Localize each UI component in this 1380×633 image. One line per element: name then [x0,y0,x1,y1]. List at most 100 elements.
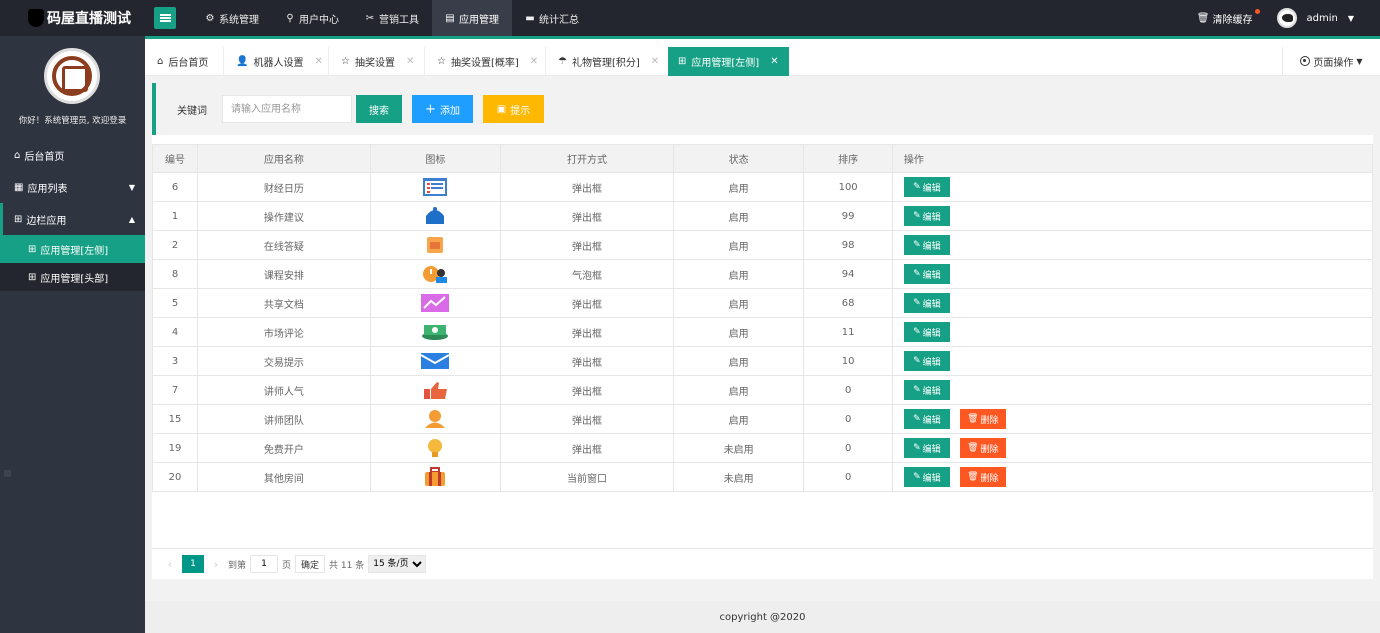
sidebar-item-label: 边栏应用 [26,215,67,227]
cell-icon [369,288,502,318]
page-size-select[interactable]: 15 条/页 [368,555,427,573]
cell-icon [369,346,502,376]
delete-label: 删除 [980,444,999,455]
close-icon[interactable]: ✕ [770,56,778,67]
cell-sort: 0 [803,375,893,405]
actions: ✎ 编辑 [893,347,1372,375]
confirm-button[interactable]: 确定 [295,555,326,573]
cell-sort: 68 [803,288,893,318]
col-header-sort: 排序 [803,144,893,173]
tab-robot[interactable]: 👤 机器人设置 ✕ [236,47,323,75]
sidebar-item-home[interactable]: ⌂ 后台首页 [0,139,145,171]
edit-button[interactable]: ✎ 编辑 [903,467,950,487]
edit-button[interactable]: ✎ 编辑 [903,206,950,226]
sidebar-subitem-top[interactable]: ⊞ 应用管理[头部] [0,263,145,291]
delete-button[interactable]: 🗑 删除 [959,409,1006,429]
sidebar-item-label: 应用管理[头部] [40,273,109,285]
page-current[interactable]: 1 [182,555,204,573]
delete-label: 删除 [980,473,999,484]
tip-button[interactable]: ▣ 提示 [483,95,544,123]
delete-button[interactable]: 🗑 删除 [959,438,1006,458]
notification-dot [1254,8,1260,14]
brand[interactable]: 码屋直播测试 [28,0,131,36]
cell-sort: 0 [803,462,893,492]
edit-button[interactable]: ✎ 编辑 [903,380,950,400]
cell-icon [369,375,502,405]
edit-button[interactable]: ✎ 编辑 [903,177,950,197]
clear-cache-button[interactable]: 🗑 清除缓存 [1197,8,1260,26]
table-row: 7 讲师人气 弹出框 启用 0 ✎ 编辑 [152,375,1374,405]
edit-button[interactable]: ✎ 编辑 [903,293,950,313]
table-row: 19 免费开户 弹出框 未启用 0 ✎ 编辑 🗑 删除 [152,433,1374,463]
edit-button[interactable]: ✎ 编辑 [903,409,950,429]
edit-label: 编辑 [922,386,941,397]
cell-status: 启用 [672,230,805,260]
tab-label: 礼物管理[积分] [571,57,640,69]
nav-item-marketing[interactable]: ✂ 营销工具 [352,0,432,36]
tab-lottery[interactable]: ☆ 抽奖设置 ✕ [341,47,414,75]
nav-item-apps[interactable]: ▤ 应用管理 [432,0,512,36]
actions: ✎ 编辑 [893,318,1372,346]
col-header-id: 编号 [152,144,198,173]
nav-item-users[interactable]: ⚲ 用户中心 [272,0,352,36]
cell-actions: ✎ 编辑 [891,288,1374,318]
sidebar-resize-handle[interactable] [4,470,11,477]
cell-id: 6 [152,172,198,202]
actions: ✎ 编辑 🗑 删除 [893,463,1372,491]
goto-page-input[interactable] [250,555,279,573]
profile-avatar [44,48,100,104]
avatar[interactable] [1276,8,1297,28]
user-name[interactable]: admin [1307,13,1338,24]
sidebar-item-label: 后台首页 [24,151,65,163]
cell-actions: ✎ 编辑 [891,230,1374,260]
cell-icon [369,462,502,492]
cell-sort: 94 [803,259,893,289]
cell-status: 启用 [672,172,805,202]
cell-id: 7 [152,375,198,405]
menu-toggle-button[interactable] [154,7,176,29]
page-operations-button[interactable]: 页面操作 ▼ [1282,47,1380,75]
close-icon[interactable]: ✕ [406,56,414,67]
cell-icon [369,259,502,289]
thumbs-up-icon [424,382,448,399]
edit-button[interactable]: ✎ 编辑 [903,351,950,371]
table-row: 1 操作建议 弹出框 启用 99 ✎ 编辑 [152,201,1374,231]
actions: ✎ 编辑 [893,376,1372,404]
menu-icon [159,17,171,19]
home-icon: ⌂ [157,55,164,67]
cell-status: 未启用 [672,462,805,492]
keyword-input[interactable] [222,95,352,123]
sidebar-item-side-apps[interactable]: ⊞ 边栏应用 ▲ [0,203,145,235]
close-icon[interactable]: ✕ [314,56,322,67]
nav-item-system[interactable]: ⚙ 系统管理 [192,0,272,36]
cell-sort: 0 [803,433,893,463]
tab-lottery-probability[interactable]: ☆ 抽奖设置[概率] ✕ [437,47,538,75]
chevron-right-icon[interactable]: › [208,558,224,571]
search-button[interactable]: 搜索 [356,95,402,123]
cell-actions: ✎ 编辑 [891,375,1374,405]
add-button[interactable]: + 添加 [412,95,473,123]
chevron-down-icon[interactable]: ▼ [1348,14,1354,23]
sidebar: 你好！系统管理员, 欢迎登录 ⌂ 后台首页 ▦ 应用列表 ▼ ⊞ 边栏应用 ▲ ⊞ 应用管理… [0,36,145,633]
edit-button[interactable]: ✎ 编辑 [903,235,950,255]
table-row: 2 在线答疑 弹出框 启用 98 ✎ 编辑 [152,230,1374,260]
tab-gifts[interactable]: ☂ 礼物管理[积分] ✕ [558,47,659,75]
sidebar-item-label: 应用列表 [27,183,68,195]
nav-label: 统计汇总 [539,14,579,26]
edit-button[interactable]: ✎ 编辑 [903,322,950,342]
nav-item-stats[interactable]: ▬ 统计汇总 [512,0,592,36]
tab-app-left[interactable]: ⊞ 应用管理[左侧] ✕ [668,47,789,76]
pencil-icon: ✎ [913,182,921,192]
sidebar-item-app-list[interactable]: ▦ 应用列表 ▼ [0,171,145,203]
cell-name: 课程安排 [197,259,371,289]
pencil-icon: ✎ [913,472,921,482]
cell-open: 弹出框 [500,404,674,434]
close-icon[interactable]: ✕ [530,56,538,67]
delete-button[interactable]: 🗑 删除 [959,467,1006,487]
edit-button[interactable]: ✎ 编辑 [903,264,950,284]
edit-button[interactable]: ✎ 编辑 [903,438,950,458]
close-icon[interactable]: ✕ [651,56,659,67]
tab-home[interactable]: ⌂ 后台首页 [157,47,208,75]
chevron-left-icon[interactable]: ‹ [162,558,178,571]
sidebar-subitem-left[interactable]: ⊞ 应用管理[左侧] [0,235,145,263]
